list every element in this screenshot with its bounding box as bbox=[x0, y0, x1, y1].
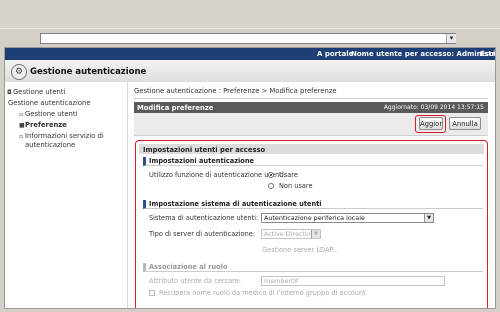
logout-link[interactable]: Esci bbox=[480, 50, 495, 58]
panel-title: Modifica preferenze bbox=[137, 104, 214, 112]
group-role-association: Associazione al ruolo bbox=[143, 263, 483, 272]
sidebar-item-user-management[interactable]: ◘Gestione utenti bbox=[7, 88, 65, 96]
app-window: A portale Nome utente per accesso: Admin… bbox=[4, 47, 496, 309]
update-button-highlight bbox=[415, 115, 446, 133]
app-header: ⚙ Gestione autenticazione bbox=[5, 60, 495, 83]
panel-title-bar: Modifica preferenze Aggiornato: 03/09 20… bbox=[134, 102, 488, 113]
sidebar-item-label: Preferenze bbox=[25, 121, 67, 129]
role-name-checkbox[interactable] bbox=[149, 290, 155, 296]
user-attribute-input[interactable]: memberOf bbox=[261, 276, 445, 286]
sidebar-item-label: Gestione utenti bbox=[25, 110, 78, 118]
chevron-down-icon: ▼ bbox=[311, 230, 320, 238]
cancel-button[interactable]: Annulla bbox=[449, 117, 481, 130]
sidebar-item-preferences[interactable]: ■Preferenze bbox=[19, 121, 67, 129]
sidebar-item-service-info[interactable]: ▫ Informazioni servizio di bbox=[19, 132, 104, 140]
section-header: Impostazioni utenti per accesso bbox=[139, 144, 484, 154]
server-type-value: Active Directory bbox=[264, 230, 316, 238]
sidebar: ◘Gestione utenti Gestione autenticazione… bbox=[5, 82, 128, 308]
sidebar-item-service-info-line2[interactable]: autenticazione bbox=[25, 141, 75, 149]
group-title: Associazione al ruolo bbox=[149, 263, 228, 271]
top-navigation-bar: A portale Nome utente per accesso: Admin… bbox=[5, 48, 495, 60]
group-title: Impostazioni autenticazione bbox=[149, 157, 255, 165]
group-title: Impostazione sistema di autenticazione u… bbox=[149, 200, 322, 208]
address-bar[interactable] bbox=[40, 33, 456, 44]
auth-system-value: Autenticazione periferica locale bbox=[264, 214, 365, 222]
sidebar-item-label: Gestione utenti bbox=[13, 88, 66, 96]
radio-use-label: Usare bbox=[279, 171, 298, 179]
portal-link[interactable]: A portale bbox=[317, 50, 353, 58]
toolbar-divider bbox=[0, 28, 500, 29]
group-auth-settings: Impostazioni autenticazione bbox=[143, 157, 483, 166]
sidebar-item-label: autenticazione bbox=[25, 141, 76, 149]
main-content: Gestione autenticazione : Preferenze > M… bbox=[128, 82, 495, 308]
radio-use[interactable] bbox=[268, 172, 274, 178]
sidebar-item-label: Informazioni servizio di bbox=[25, 132, 104, 140]
sidebar-item-user-management-sub[interactable]: ▫ Gestione utenti bbox=[19, 110, 77, 118]
user-attribute-value: memberOf bbox=[264, 277, 299, 285]
breadcrumb-divider bbox=[134, 98, 488, 99]
updated-timestamp: Aggiornato: 03/09 2014 13:57:15 bbox=[383, 104, 484, 111]
server-type-label: Tipo di server di autenticazione: bbox=[149, 230, 256, 238]
server-type-select[interactable]: Active Directory ▼ bbox=[261, 229, 321, 239]
breadcrumb: Gestione autenticazione : Preferenze > M… bbox=[134, 87, 337, 95]
sidebar-group-auth-management: Gestione autenticazione bbox=[8, 99, 91, 107]
auth-function-label: Utilizzo funzione di autenticazione uten… bbox=[149, 171, 286, 179]
auth-management-icon: ⚙ bbox=[11, 64, 27, 80]
group-auth-system: Impostazione sistema di autenticazione u… bbox=[143, 200, 483, 209]
radio-not-use-label: Non usare bbox=[279, 182, 313, 190]
ldap-server-management-link[interactable]: Gestione server LDAP... bbox=[262, 246, 339, 254]
page-title: Gestione autenticazione bbox=[30, 67, 147, 77]
address-dropdown-icon[interactable]: ▾ bbox=[446, 34, 456, 43]
auth-system-label: Sistema di autenticazione utenti: bbox=[149, 214, 259, 222]
section-title: Impostazioni utenti per accesso bbox=[143, 145, 266, 154]
auth-system-select[interactable]: Autenticazione periferica locale ▼ bbox=[261, 213, 434, 223]
radio-not-use[interactable] bbox=[268, 183, 274, 189]
role-name-checkbox-label: Recupera nome ruolo da medico di l'inter… bbox=[159, 289, 366, 297]
user-attribute-label: Attributo utente da cercare: bbox=[149, 277, 242, 285]
user-label: Nome utente per accesso: Administrator bbox=[351, 50, 496, 58]
chevron-down-icon: ▼ bbox=[424, 214, 433, 222]
sidebar-item-label: Gestione autenticazione bbox=[8, 99, 91, 107]
browser-toolbar bbox=[0, 0, 500, 28]
